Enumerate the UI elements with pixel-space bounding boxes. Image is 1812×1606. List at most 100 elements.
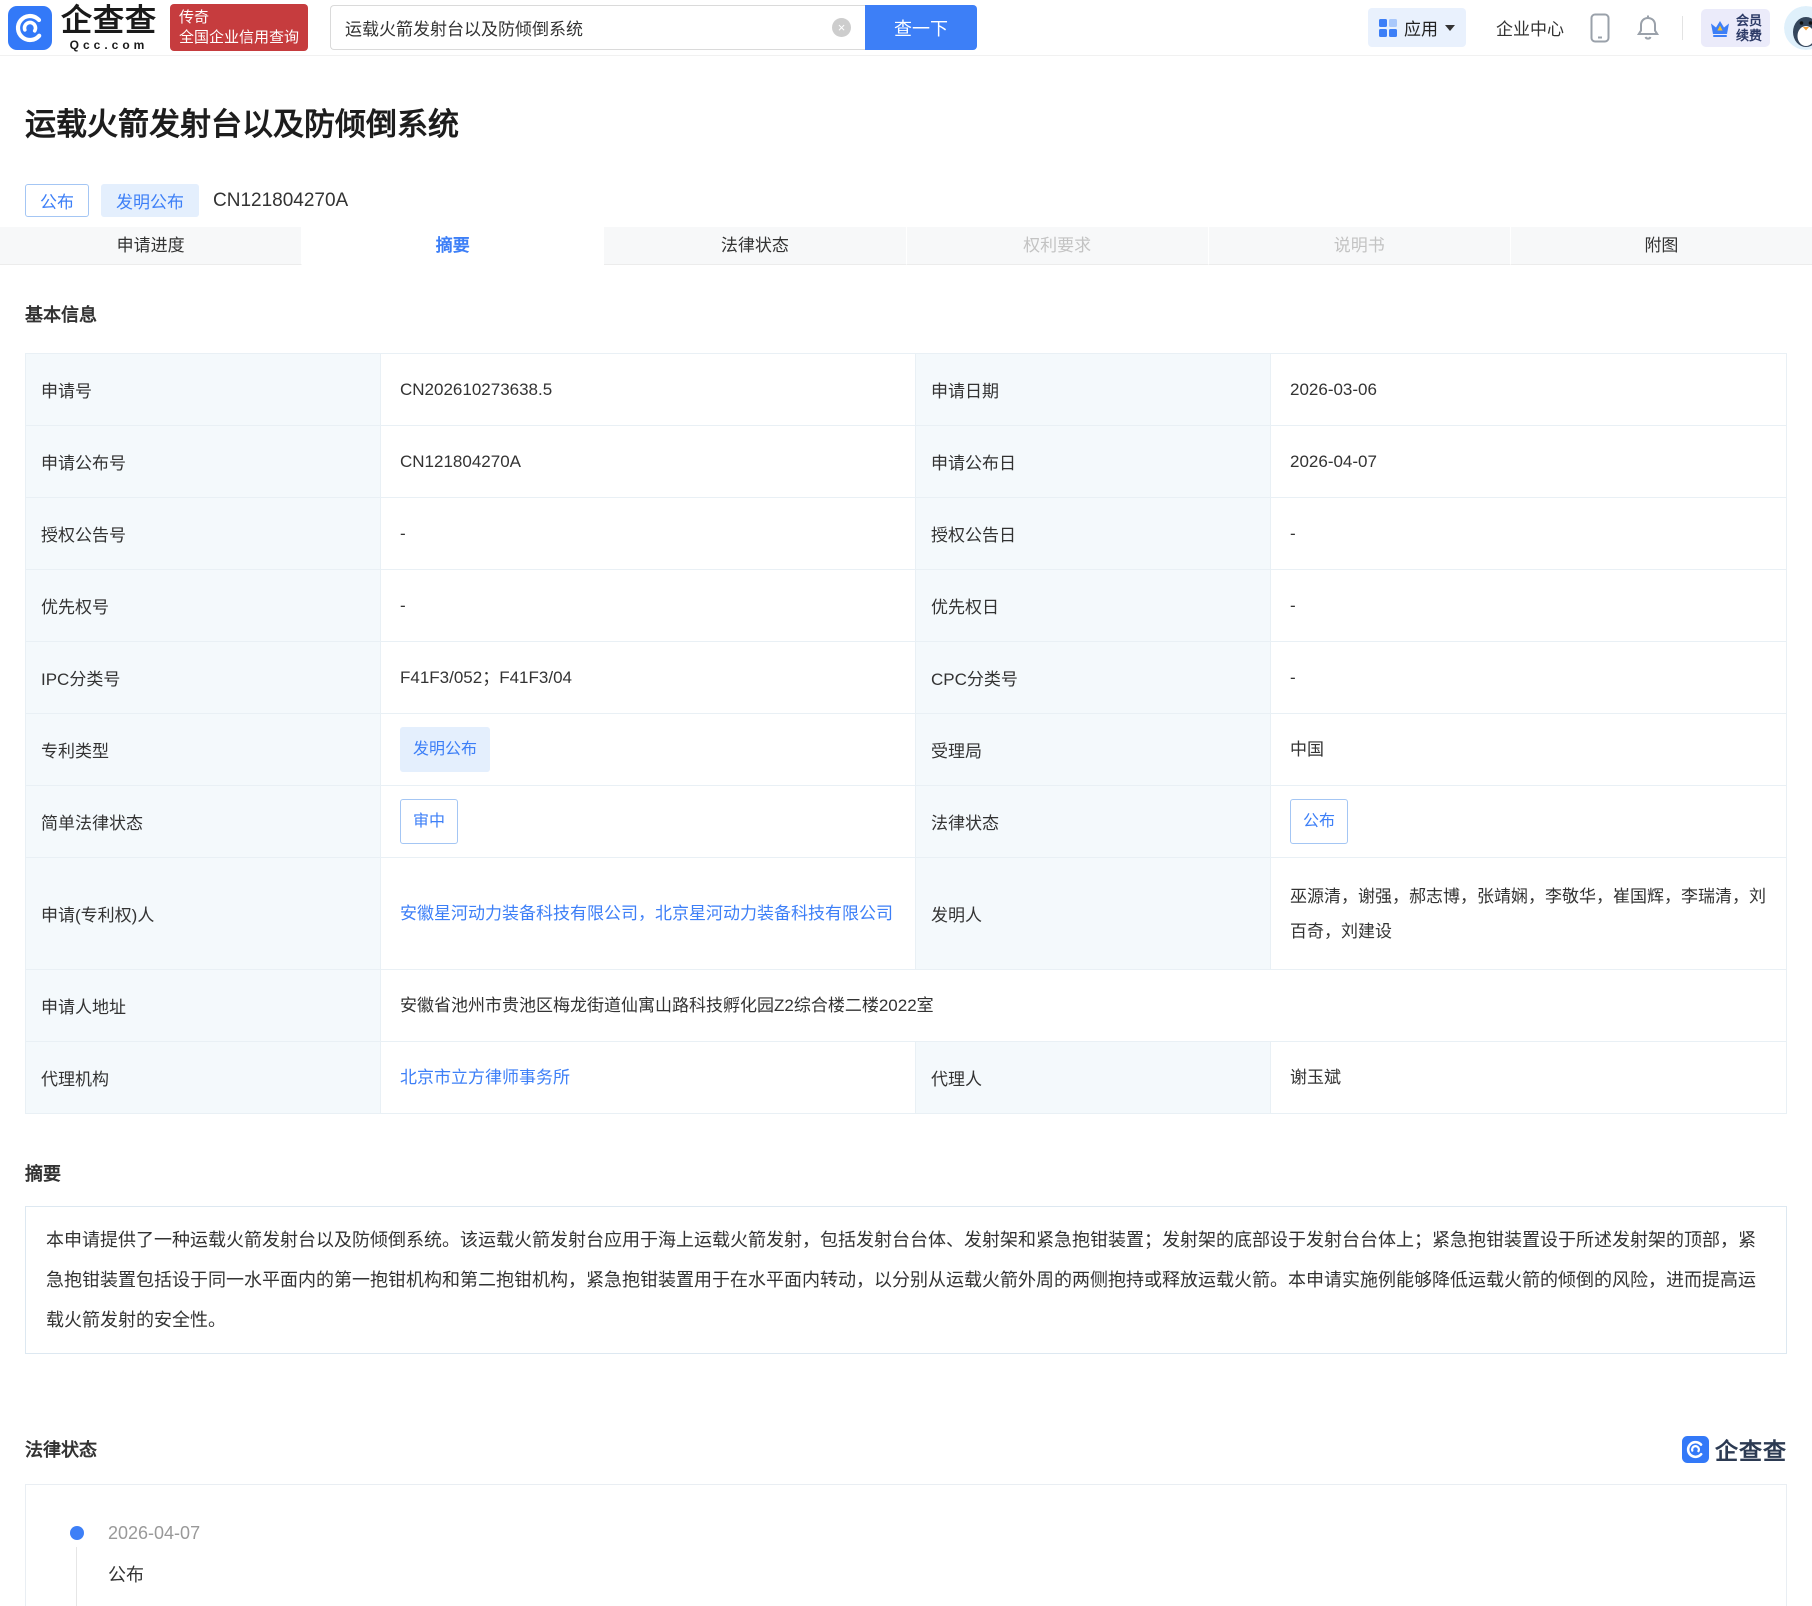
table-row-applicant-address: 申请人地址 安徽省池州市贵池区梅龙街道仙寓山路科技孵化园Z2综合楼二楼2022室: [25, 969, 1787, 1042]
row-label: 授权公告号: [25, 497, 381, 570]
row-label: 代理人: [915, 1041, 1271, 1114]
search-value[interactable]: 运载火箭发射台以及防倾倒系统: [345, 15, 832, 40]
abstract-text: 本申请提供了一种运载火箭发射台以及防倾倒系统。该运载火箭发射台应用于海上运载火箭…: [25, 1206, 1787, 1354]
patent-badges: 公布 发明公布 CN121804270A: [25, 184, 1787, 217]
row-value: 审中: [380, 785, 916, 858]
search-input[interactable]: 运载火箭发射台以及防倾倒系统 ×: [330, 5, 866, 50]
qcc-logo-icon: [1682, 1435, 1709, 1463]
qcc-logo-icon: [8, 5, 52, 50]
table-row-legal-state: 简单法律状态 审中 法律状态 公布: [25, 785, 1787, 858]
row-label: 授权公告日: [915, 497, 1271, 570]
enterprise-center-link[interactable]: 企业中心: [1496, 15, 1564, 40]
mobile-app-icon[interactable]: [1590, 13, 1610, 43]
basic-info-heading: 基本信息: [25, 305, 97, 325]
row-value: -: [1270, 569, 1787, 642]
apps-menu[interactable]: 应用: [1367, 8, 1466, 47]
row-label: 优先权日: [915, 569, 1271, 642]
tab-claims[interactable]: 权利要求: [906, 227, 1209, 265]
row-label: CPC分类号: [915, 641, 1271, 714]
basic-info-table: 申请号 CN202610273638.5 申请日期 2026-03-06 申请公…: [25, 353, 1787, 1114]
row-value: 中国: [1270, 713, 1787, 786]
tab-bar: 申请进度 摘要 法律状态 权利要求 说明书 附图: [0, 227, 1812, 265]
legal-status-panel: 2026-04-07 公布: [25, 1484, 1787, 1606]
member-line2: 续费: [1735, 27, 1762, 43]
status-badge: 公布: [25, 184, 89, 217]
table-row-applicants: 申请(专利权)人 安徽星河动力装备科技有限公司，北京星河动力装备科技有限公司 发…: [25, 857, 1787, 970]
row-label: 专利类型: [25, 713, 381, 786]
user-avatar[interactable]: [1784, 5, 1812, 50]
patent-type-badge: 发明公布: [400, 727, 491, 772]
header-divider: [1681, 15, 1683, 40]
row-value: 发明公布: [380, 713, 916, 786]
member-label: 会员 续费: [1736, 13, 1762, 43]
patent-title: 运载火箭发射台以及防倾倒系统: [25, 107, 459, 142]
timeline-event: 公布: [108, 1565, 144, 1585]
timeline-line: [76, 1547, 77, 1606]
table-row-ipc-class: IPC分类号 F41F3/052；F41F3/04 CPC分类号 -: [25, 641, 1787, 714]
table-row-agency: 代理机构 北京市立方律师事务所 代理人 谢玉斌: [25, 1041, 1787, 1114]
tagline-line2: 全国企业信用查询: [179, 28, 300, 46]
row-label: 简单法律状态: [25, 785, 381, 858]
crown-icon: [1709, 18, 1731, 38]
tab-legal-status[interactable]: 法律状态: [604, 227, 907, 265]
inventors-value: 巫源清，谢强，郝志博，张靖娴，李敬华，崔国辉，李瑞清，刘百奇，刘建设: [1270, 857, 1787, 970]
timeline-item: 2026-04-07 公布: [70, 1523, 1786, 1606]
publication-number: CN121804270A: [213, 189, 349, 211]
notification-bell-icon[interactable]: [1636, 14, 1660, 41]
row-label: 申请日期: [915, 353, 1271, 426]
main-content: 运载火箭发射台以及防倾倒系统 公布 发明公布 CN121804270A 申请进度…: [0, 104, 1812, 1606]
table-row-grant-number: 授权公告号 - 授权公告日 -: [25, 497, 1787, 570]
member-renew-button[interactable]: 会员 续费: [1700, 8, 1770, 47]
address-value: 安徽省池州市贵池区梅龙街道仙寓山路科技孵化园Z2综合楼二楼2022室: [380, 969, 1787, 1042]
search-button[interactable]: 查一下: [865, 5, 978, 50]
row-value: 2026-04-07: [1270, 425, 1787, 498]
legal-status-badge: 公布: [1290, 799, 1349, 844]
row-label: 申请(专利权)人: [25, 857, 381, 970]
table-row-priority-number: 优先权号 - 优先权日 -: [25, 569, 1787, 642]
row-value: F41F3/052；F41F3/04: [380, 641, 916, 714]
row-value: -: [380, 497, 916, 570]
qcc-logo[interactable]: 企查查 Qcc.com 传奇 全国企业信用查询: [8, 2, 309, 51]
row-value: CN121804270A: [380, 425, 916, 498]
applicant-separator: ，: [638, 904, 655, 923]
legal-status-header: 法律状态 企查查: [25, 1432, 1787, 1466]
tab-drawings[interactable]: 附图: [1510, 227, 1812, 265]
brand-tagline-badge: 传奇 全国企业信用查询: [170, 4, 309, 51]
tab-application-progress[interactable]: 申请进度: [0, 227, 303, 265]
row-value: 公布: [1270, 785, 1787, 858]
tagline-line1: 传奇: [179, 8, 210, 26]
table-row-patent-type: 专利类型 发明公布 受理局 中国: [25, 713, 1787, 786]
table-row-application-number: 申请号 CN202610273638.5 申请日期 2026-03-06: [25, 353, 1787, 426]
search-bar: 运载火箭发射台以及防倾倒系统 × 查一下: [330, 5, 978, 50]
top-header: 企查查 Qcc.com 传奇 全国企业信用查询 运载火箭发射台以及防倾倒系统 ×…: [0, 0, 1812, 56]
row-value: 北京市立方律师事务所: [380, 1041, 916, 1114]
apps-grid-icon: [1378, 18, 1397, 37]
row-value: CN202610273638.5: [380, 353, 916, 426]
row-value: 安徽星河动力装备科技有限公司，北京星河动力装备科技有限公司: [380, 857, 916, 970]
row-label: 代理机构: [25, 1041, 381, 1114]
legal-status-heading: 法律状态: [25, 1440, 97, 1460]
watermark-brand-text: 企查查: [1715, 1438, 1787, 1464]
applicant-link[interactable]: 安徽星河动力装备科技有限公司: [400, 904, 638, 923]
member-line1: 会员: [1735, 12, 1762, 28]
row-label: 申请公布日: [915, 425, 1271, 498]
tab-description[interactable]: 说明书: [1208, 227, 1511, 265]
row-label: 优先权号: [25, 569, 381, 642]
agency-link[interactable]: 北京市立方律师事务所: [400, 1068, 570, 1087]
row-label: 法律状态: [915, 785, 1271, 858]
tab-abstract[interactable]: 摘要: [302, 227, 605, 265]
row-label: 申请公布号: [25, 425, 381, 498]
row-label: 申请人地址: [25, 969, 381, 1042]
table-row-publication-number: 申请公布号 CN121804270A 申请公布日 2026-04-07: [25, 425, 1787, 498]
timeline-dot-icon: [70, 1526, 84, 1540]
row-label: 申请号: [25, 353, 381, 426]
simple-legal-status-badge: 审中: [400, 799, 459, 844]
clear-search-icon[interactable]: ×: [832, 18, 852, 37]
row-label: IPC分类号: [25, 641, 381, 714]
apps-label: 应用: [1403, 20, 1438, 39]
applicant-link[interactable]: 北京星河动力装备科技有限公司: [655, 904, 893, 923]
type-badge: 发明公布: [101, 184, 199, 217]
row-value: -: [1270, 641, 1787, 714]
brand-name: 企查查: [61, 2, 157, 38]
chevron-down-icon: [1444, 24, 1455, 31]
